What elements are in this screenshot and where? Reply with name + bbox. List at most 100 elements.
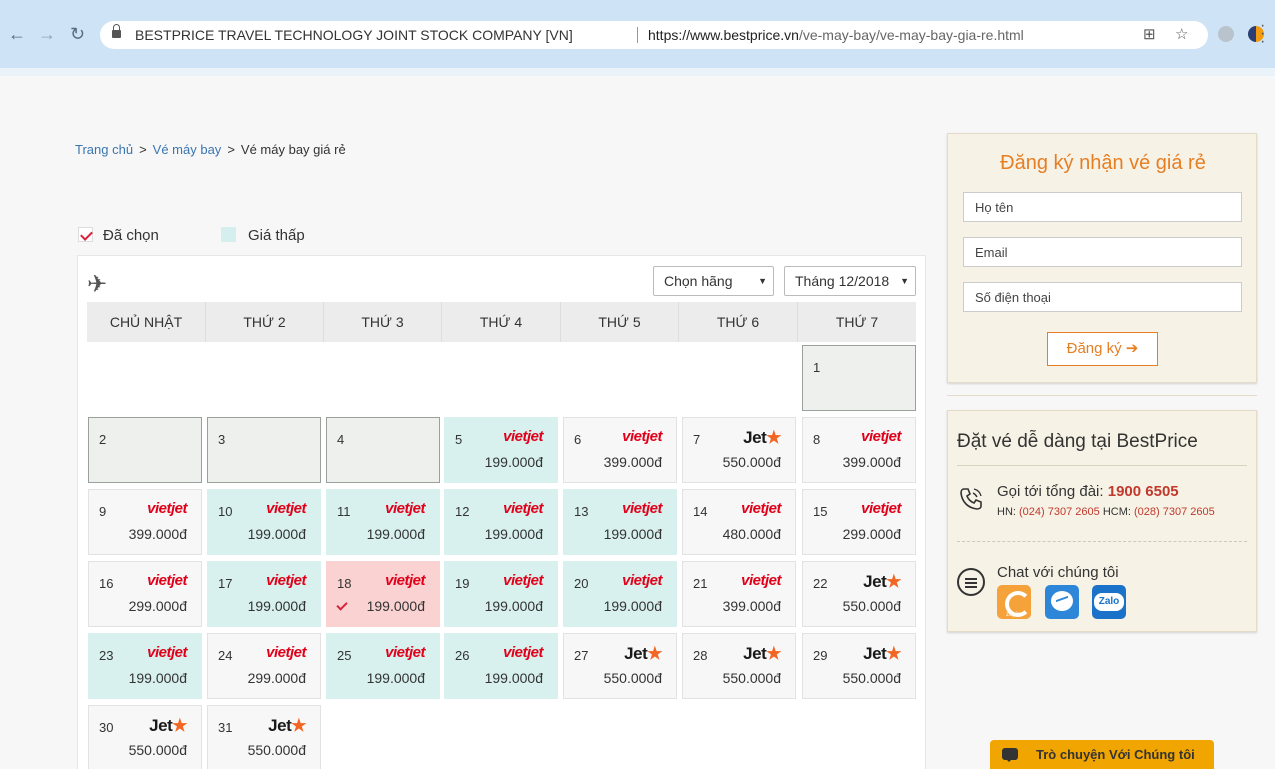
contact-box: Đặt vé dễ dàng tại BestPrice Gọi tới tổn…	[947, 410, 1257, 632]
fare-price: 299.000đ	[842, 526, 901, 542]
signup-title: Đăng ký nhận vé giá rẻ	[1000, 152, 1206, 174]
contact-title: Đặt vé dễ dàng tại BestPrice	[957, 431, 1198, 452]
vietjet-logo: vietjet	[503, 500, 543, 517]
hcm-number[interactable]: (028) 7307 2605	[1134, 506, 1215, 518]
calendar-day-cell[interactable]: 20 vietjet 199.000đ	[563, 561, 677, 627]
fare-price: 199.000đ	[603, 526, 662, 542]
calendar-day-cell[interactable]: 14 vietjet 480.000đ	[682, 489, 796, 555]
vietjet-logo: vietjet	[622, 572, 662, 589]
chat-widget-label: Trò chuyện Với Chúng tôi	[1036, 747, 1195, 762]
weekday-wednesday: THỨ 4	[442, 302, 561, 342]
calendar-day-cell[interactable]: 26 vietjet 199.000đ	[444, 633, 558, 699]
phone-field[interactable]	[963, 282, 1242, 312]
calendar-day-cell[interactable]: 5 vietjet 199.000đ	[444, 417, 558, 483]
url-text[interactable]: https://www.bestprice.vn/ve-may-bay/ve-m…	[648, 21, 1024, 49]
zopim-icon[interactable]: zopim	[997, 585, 1031, 619]
weekday-saturday: THỨ 7	[835, 314, 879, 330]
day-number: 25	[337, 648, 352, 663]
vietjet-logo: vietjet	[503, 644, 543, 661]
calendar-day-cell[interactable]: 10 vietjet 199.000đ	[207, 489, 321, 555]
checkmark-icon	[78, 227, 93, 242]
hn-label: HN:	[997, 506, 1016, 518]
calendar-day-cell[interactable]: 30 Jet★ 550.000đ	[88, 705, 202, 769]
jetstar-logo-text: Jet	[268, 716, 292, 735]
address-bar[interactable]: BESTPRICE TRAVEL TECHNOLOGY JOINT STOCK …	[100, 21, 1208, 49]
calendar-day-cell[interactable]: 21 vietjet 399.000đ	[682, 561, 796, 627]
menu-dots-icon[interactable]: · · ·	[1260, 18, 1265, 50]
back-icon[interactable]: ←	[8, 24, 26, 45]
day-number: 7	[693, 432, 701, 447]
calendar-day-cell[interactable]: 28 Jet★ 550.000đ	[682, 633, 796, 699]
vietjet-logo: vietjet	[741, 572, 781, 589]
email-field[interactable]	[963, 237, 1242, 267]
calendar-day-cell[interactable]: 29 Jet★ 550.000đ	[802, 633, 916, 699]
jetstar-logo-text: Jet	[863, 572, 887, 591]
signup-button[interactable]: Đăng ký ➔	[1047, 332, 1158, 366]
lock-icon	[112, 24, 121, 40]
calendar-day-cell[interactable]: 7 Jet★ 550.000đ	[682, 417, 796, 483]
star-icon[interactable]: ☆	[1175, 21, 1188, 49]
url-host: https://www.bestprice.vn	[648, 27, 799, 43]
chat-widget-bar[interactable]: Trò chuyện Với Chúng tôi	[990, 740, 1214, 769]
calendar-day-cell[interactable]: 24 vietjet 299.000đ	[207, 633, 321, 699]
zalo-icon[interactable]: Zalo	[1092, 585, 1126, 619]
fare-price: 199.000đ	[366, 526, 425, 542]
fare-price: 199.000đ	[128, 670, 187, 686]
fare-price: 199.000đ	[366, 670, 425, 686]
day-number: 16	[99, 576, 114, 591]
calendar-day-cell[interactable]: 22 Jet★ 550.000đ	[802, 561, 916, 627]
calendar-day-cell[interactable]: 18 vietjet 199.000đ	[326, 561, 440, 627]
calendar-day-cell[interactable]: 13 vietjet 199.000đ	[563, 489, 677, 555]
name-field[interactable]	[963, 192, 1242, 222]
calendar-day-cell[interactable]: 15 vietjet 299.000đ	[802, 489, 916, 555]
messenger-icon[interactable]	[1045, 585, 1079, 619]
fare-price: 199.000đ	[247, 598, 306, 614]
fare-price: 199.000đ	[366, 598, 425, 614]
calendar-day-cell[interactable]: 12 vietjet 199.000đ	[444, 489, 558, 555]
calendar-day-cell[interactable]: 11 vietjet 199.000đ	[326, 489, 440, 555]
calendar-day-cell[interactable]: 6 vietjet 399.000đ	[563, 417, 677, 483]
calendar-day-cell[interactable]: 2	[88, 417, 202, 483]
calendar-day-cell[interactable]: 17 vietjet 199.000đ	[207, 561, 321, 627]
breadcrumb-home-link[interactable]: Trang chủ	[75, 142, 133, 157]
calendar-day-cell[interactable]: 16 vietjet 299.000đ	[88, 561, 202, 627]
hcm-label: HCM:	[1102, 506, 1131, 518]
sidebar-divider	[947, 395, 1257, 396]
day-number: 6	[574, 432, 582, 447]
translate-icon[interactable]: ⊞	[1143, 21, 1156, 49]
calendar-day-cell[interactable]: 4	[326, 417, 440, 483]
calendar-day-cell[interactable]: 1	[802, 345, 916, 411]
reload-icon[interactable]: ↻	[70, 24, 85, 45]
calendar-day-cell[interactable]: 25 vietjet 199.000đ	[326, 633, 440, 699]
contact-dashed-divider	[957, 541, 1247, 542]
fare-price: 550.000đ	[128, 742, 187, 758]
fare-calendar: ✈ Chọn hãng ▼ Tháng 12/2018 ▼ CHỦ NHẬT T…	[77, 255, 926, 769]
calendar-day-cell[interactable]: 27 Jet★ 550.000đ	[563, 633, 677, 699]
jetstar-logo: Jet★	[863, 644, 901, 664]
fare-price: 550.000đ	[722, 454, 781, 470]
calendar-day-cell[interactable]: 3	[207, 417, 321, 483]
legend-selected-label: Đã chọn	[103, 227, 159, 244]
address-separator	[637, 27, 638, 43]
jetstar-logo: Jet★	[743, 428, 781, 448]
calendar-day-cell[interactable]: 19 vietjet 199.000đ	[444, 561, 558, 627]
calendar-day-cell[interactable]: 31 Jet★ 550.000đ	[207, 705, 321, 769]
low-price-swatch	[221, 227, 236, 242]
day-number: 29	[813, 648, 828, 663]
vietjet-logo: vietjet	[266, 644, 306, 661]
calendar-day-cell[interactable]: 8 vietjet 399.000đ	[802, 417, 916, 483]
month-select[interactable]: Tháng 12/2018 ▼	[784, 266, 916, 296]
day-number: 15	[813, 504, 828, 519]
extension-icon[interactable]	[1218, 26, 1234, 42]
hotline-number[interactable]: 1900 6505	[1108, 483, 1179, 500]
airline-select[interactable]: Chọn hãng ▼	[653, 266, 774, 296]
day-number: 27	[574, 648, 589, 663]
day-number: 23	[99, 648, 114, 663]
calendar-day-cell[interactable]: 23 vietjet 199.000đ	[88, 633, 202, 699]
hn-number[interactable]: (024) 7307 2605	[1019, 506, 1100, 518]
chat-icon	[957, 568, 985, 596]
forward-icon[interactable]: →	[38, 24, 56, 45]
calendar-day-cell[interactable]: 9 vietjet 399.000đ	[88, 489, 202, 555]
browser-toolbar: ← → ↻ BESTPRICE TRAVEL TECHNOLOGY JOINT …	[0, 0, 1275, 68]
breadcrumb-section-link[interactable]: Vé máy bay	[153, 142, 222, 157]
